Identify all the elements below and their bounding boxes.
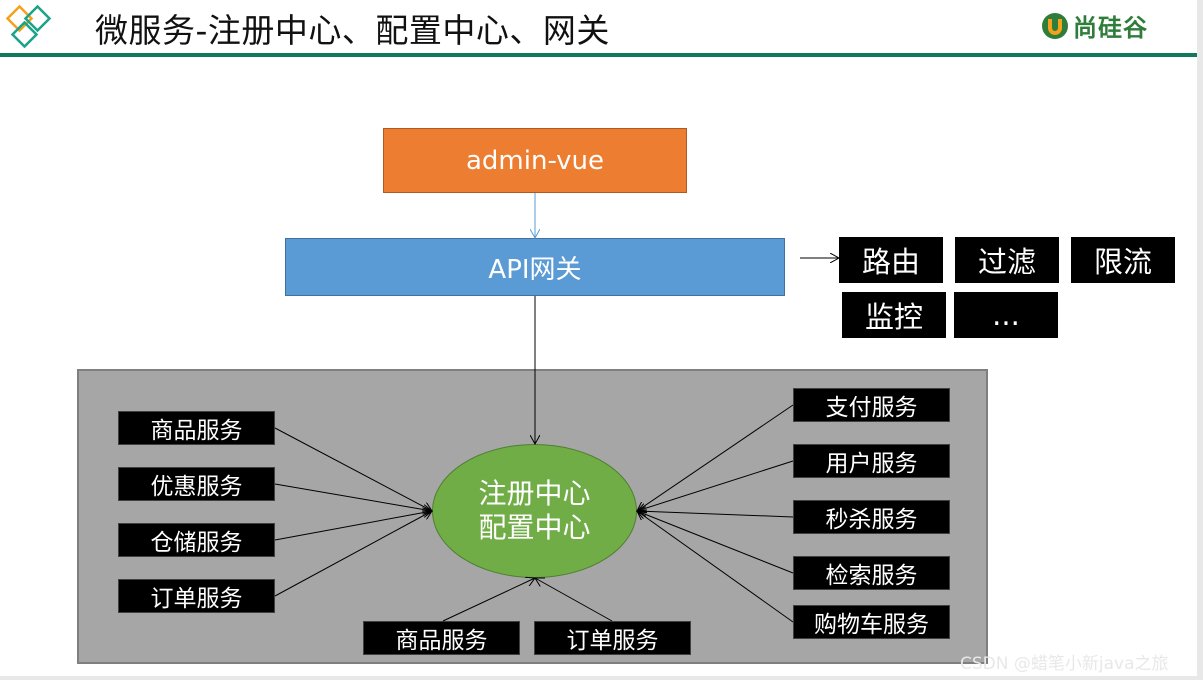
service-warehouse: 仓储服务 [118, 523, 275, 557]
feature-monitor: 监控 [842, 292, 946, 338]
service-cart: 购物车服务 [793, 605, 950, 639]
bottom-edge [0, 676, 1203, 680]
feature-routing: 路由 [839, 237, 943, 283]
center-label-config: 配置中心 [478, 511, 591, 544]
header-divider [0, 53, 1197, 57]
header-logo-icon [4, 4, 64, 54]
service-coupon: 优惠服务 [118, 467, 275, 501]
brand-logo: 尚硅谷 [1040, 8, 1148, 43]
feature-rate-limit: 限流 [1071, 237, 1175, 283]
service-product: 商品服务 [118, 411, 275, 445]
brand-name: 尚硅谷 [1073, 14, 1148, 42]
service-seckill: 秒杀服务 [793, 500, 950, 534]
registry-config-center-node: 注册中心 配置中心 [432, 444, 637, 578]
service-order-bottom: 订单服务 [534, 621, 691, 655]
center-label-registry: 注册中心 [478, 477, 591, 510]
service-product-bottom: 商品服务 [363, 621, 520, 655]
feature-more: ... [954, 292, 1058, 338]
service-user: 用户服务 [793, 444, 950, 478]
service-order: 订单服务 [118, 579, 275, 613]
brand-u-icon [1042, 12, 1068, 39]
admin-vue-node: admin-vue [383, 128, 687, 193]
feature-filter: 过滤 [955, 237, 1059, 283]
service-payment: 支付服务 [793, 388, 950, 422]
right-edge [1197, 0, 1203, 680]
service-search: 检索服务 [793, 556, 950, 590]
page-title: 微服务-注册中心、配置中心、网关 [95, 11, 610, 50]
api-gateway-node: API网关 [285, 238, 785, 296]
watermark: CSDN @蜡笔小新java之旅 [960, 654, 1169, 674]
